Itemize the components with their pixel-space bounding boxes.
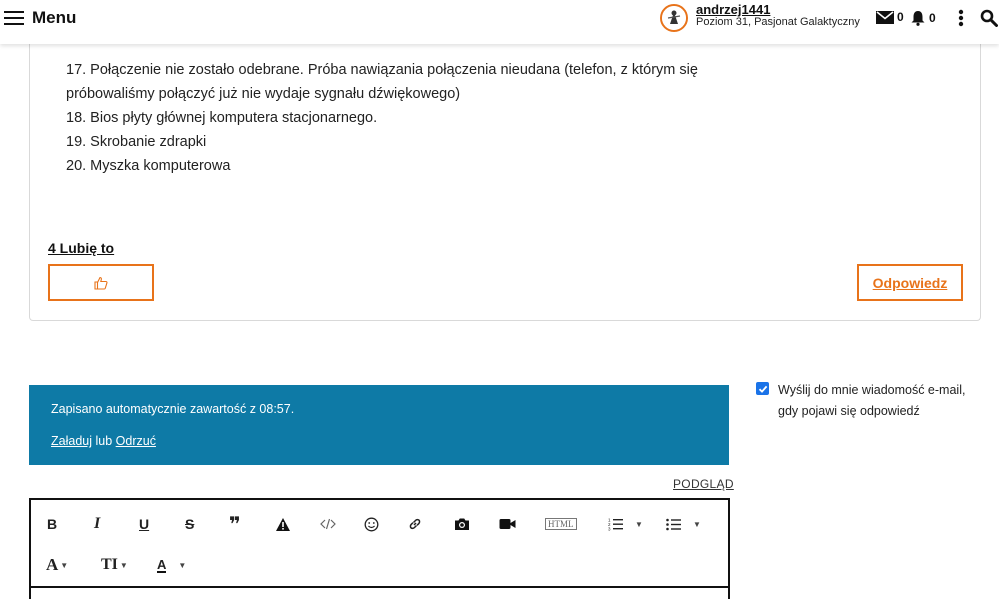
warning-icon (276, 517, 290, 531)
hamburger-icon (4, 11, 24, 25)
user-rank: Poziom 31, Pasjonat Galaktyczny (696, 16, 860, 28)
messages-count: 0 (897, 10, 904, 24)
checkmark-icon (758, 385, 767, 393)
bell-icon (911, 11, 925, 26)
italic-icon: I (94, 515, 101, 532)
bullet-list-button[interactable]: ▼ (666, 511, 701, 537)
chevron-down-icon: ▼ (60, 560, 69, 570)
avatar[interactable] (660, 4, 688, 32)
kebab-menu-icon (958, 9, 964, 27)
chevron-down-icon: ▼ (178, 560, 187, 570)
search-icon (980, 9, 998, 27)
preview-link[interactable]: PODGLĄD (673, 477, 734, 491)
numbered-list-icon: 1 2 3 (608, 518, 623, 532)
editor-divider (31, 586, 728, 588)
more-options-button[interactable] (958, 9, 964, 27)
post-line: 18. Bios płyty głównej komputera stacjon… (66, 110, 378, 126)
search-button[interactable] (980, 9, 998, 27)
underline-button[interactable]: U (139, 511, 149, 537)
bold-button[interactable]: B (47, 511, 57, 537)
html-icon: HTML (545, 518, 577, 530)
insert-video-button[interactable] (499, 511, 516, 537)
svg-text:3: 3 (608, 527, 611, 532)
font-icon: A (46, 555, 59, 574)
email-notify-checkbox[interactable] (756, 382, 769, 395)
emoji-button[interactable] (364, 511, 379, 537)
autosave-or-text: lub (95, 434, 113, 448)
autosave-message: Zapisano automatycznie zawartość z 08:57… (51, 402, 295, 416)
numbered-list-button[interactable]: 1 2 3 ▼ (608, 511, 643, 537)
font-size-icon: TI (101, 556, 118, 573)
reply-button[interactable]: Odpowiedz (857, 264, 963, 301)
spoiler-button[interactable] (275, 511, 291, 537)
user-profile[interactable]: andrzej1441 Poziom 31, Pasjonat Galaktyc… (660, 3, 860, 32)
chevron-down-icon: ▼ (119, 560, 128, 570)
font-family-button[interactable]: A ▼ (46, 552, 68, 578)
avatar-figure-icon (662, 6, 686, 30)
post-body: 17. Połączenie nie zostało odebrane. Pró… (66, 58, 726, 178)
messages-button[interactable]: 0 (876, 10, 904, 24)
insert-photo-button[interactable] (454, 511, 470, 537)
code-icon (320, 518, 336, 530)
envelope-icon (876, 10, 894, 24)
text-color-button[interactable]: A ▼ (157, 552, 186, 578)
strikethrough-icon: S (185, 516, 195, 532)
thumbs-up-icon (94, 276, 108, 290)
like-button[interactable] (48, 264, 154, 301)
text-color-icon: A (157, 556, 167, 573)
rich-text-editor: B I U S ❞ HTML 1 2 3 ▼ ▼ A ▼ TI ▼ A ▼ (29, 498, 730, 599)
load-draft-link[interactable]: Załaduj (51, 434, 92, 448)
link-icon (409, 518, 421, 530)
menu-label: Menu (32, 8, 77, 27)
menu-button[interactable]: Menu (4, 8, 76, 28)
email-notify-option: Wyślij do mnie wiadomość e-mail, gdy poj… (756, 380, 986, 422)
autosave-banner: Zapisano automatycznie zawartość z 08:57… (29, 385, 729, 465)
post-line: próbowaliśmy połączyć już nie wydaje syg… (66, 86, 461, 102)
italic-button[interactable]: I (94, 511, 100, 537)
bullet-list-icon (666, 518, 681, 530)
likes-count-link[interactable]: 4 Lubię to (48, 240, 114, 256)
username-link[interactable]: andrzej1441 (696, 3, 860, 16)
top-header: Menu andrzej1441 Poziom 31, Pasjonat Gal… (0, 0, 999, 44)
html-button[interactable]: HTML (545, 511, 577, 537)
autosave-actions: Załaduj lub Odrzuć (51, 434, 156, 448)
post-line: 19. Skrobanie zdrapki (66, 134, 207, 150)
chevron-down-icon: ▼ (635, 519, 643, 529)
discard-draft-link[interactable]: Odrzuć (116, 434, 156, 448)
post-card: 17. Połączenie nie zostało odebrane. Pró… (29, 40, 981, 321)
video-camera-icon (499, 519, 516, 529)
notifications-button[interactable]: 0 (910, 10, 936, 26)
underline-icon: U (139, 516, 150, 532)
font-size-button[interactable]: TI ▼ (101, 552, 128, 578)
email-notify-label[interactable]: Wyślij do mnie wiadomość e-mail, gdy poj… (778, 380, 986, 422)
strikethrough-button[interactable]: S (185, 511, 194, 537)
quote-button[interactable]: ❞ (229, 511, 241, 537)
smiley-icon (364, 517, 379, 531)
chevron-down-icon: ▼ (693, 519, 701, 529)
camera-icon (455, 518, 469, 530)
post-line: 17. Połączenie nie zostało odebrane. Pró… (66, 62, 698, 78)
bold-icon: B (47, 516, 58, 532)
notifications-count: 0 (929, 11, 936, 25)
insert-link-button[interactable] (408, 511, 422, 537)
quote-icon: ❞ (229, 513, 241, 536)
post-line: 20. Myszka komputerowa (66, 158, 231, 174)
code-button[interactable] (320, 511, 336, 537)
